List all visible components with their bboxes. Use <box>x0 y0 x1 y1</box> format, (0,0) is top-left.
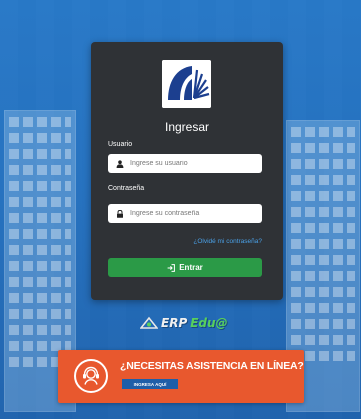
submit-label: Entrar <box>179 263 203 272</box>
password-label: Contraseña <box>108 185 145 192</box>
banner-cta-button[interactable]: INGRESA AQUÍ <box>122 379 178 389</box>
login-title: Ingresar <box>164 120 210 134</box>
password-input[interactable] <box>130 210 260 217</box>
lock-icon <box>116 209 124 218</box>
online-assistance-banner[interactable]: ¿NECESITAS ASISTENCIA EN LÍNEA? INGRESA … <box>58 350 304 403</box>
submit-button[interactable]: Entrar <box>108 258 262 277</box>
username-label: Usuario <box>108 141 133 148</box>
university-logo-icon <box>162 60 211 108</box>
edu-text: Edu@ <box>190 316 228 330</box>
erp-text: ERP <box>161 316 188 330</box>
headset-support-icon <box>74 359 108 393</box>
password-field-wrapper <box>108 204 262 223</box>
forgot-password-link[interactable]: ¿Olvidé mi contraseña? <box>108 238 262 245</box>
username-input[interactable] <box>130 160 260 167</box>
sign-in-icon <box>167 263 176 272</box>
login-card: Ingresar Usuario Contraseña ¿Olvidé mi c… <box>91 42 283 300</box>
erp-edu-brand: ERP Edu@ <box>140 314 228 332</box>
user-icon <box>116 159 124 168</box>
erp-logo-icon <box>140 316 158 330</box>
banner-headline: ¿NECESITAS ASISTENCIA EN LÍNEA? <box>120 360 304 372</box>
username-field-wrapper <box>108 154 262 173</box>
